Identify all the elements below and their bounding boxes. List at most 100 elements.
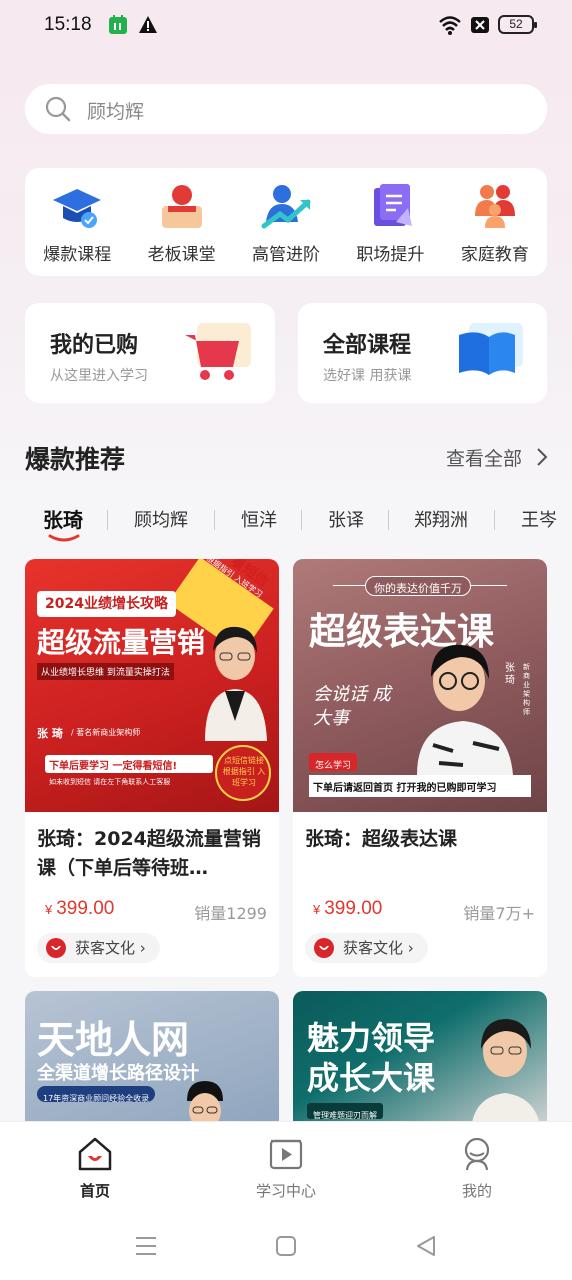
teacher-tabs: 张琦 顾均辉 恒洋 张译 郑翔洲 王岑 [0,500,572,542]
brand-tag[interactable]: 获客文化 › [37,933,160,963]
category-label: 家庭教育 [460,245,529,265]
course-card[interactable]: 魅力领导 成长大课 管理难题迎刃而解 [293,991,547,1131]
nav-home[interactable]: 首页 [0,1122,190,1218]
teacher-portrait [417,644,513,775]
category-family[interactable]: 家庭教育 [443,168,547,276]
course-sales: 销量7万+ [463,904,535,923]
menu-icon[interactable] [134,1235,158,1257]
my-purchased-title: 我的已购 [50,333,139,358]
home-icon [78,1137,112,1171]
cover-badge: 点短信链接 根据指引 入班学习 [222,756,266,787]
cover-tag: 2024业绩增长攻略 [45,596,168,612]
teacher-portrait [471,1019,541,1131]
nav-profile[interactable]: 我的 [382,1122,572,1218]
tab-divider [388,510,389,530]
profile-icon [464,1137,490,1171]
brand-logo-icon [46,938,66,958]
chevron-right-icon[interactable] [536,447,548,467]
cover-headline: 成长大课 [307,1059,436,1097]
cover-notice2: 如未收到短信 请在左下角联系人工客服 [49,778,171,786]
category-executive[interactable]: 高管进阶 [234,168,338,276]
tab-gujunhui[interactable]: 顾均辉 [134,506,188,532]
tab-wangcen[interactable]: 王岑 [521,506,557,532]
search-placeholder: 顾均辉 [87,101,145,123]
category-label: 老板课堂 [147,245,216,265]
search-bar[interactable]: 顾均辉 [25,84,547,134]
cover-tag: 17年资深商业顾问经验全收录 [43,1094,150,1103]
course-card[interactable]: 天地人网 全渠道增长路径设计 17年资深商业顾问经验全收录 [25,991,279,1131]
cover-author: 张 琦 [37,727,63,740]
cover-tag: 管理难题迎刃而解 [313,1111,377,1120]
all-courses-title: 全部课程 [323,333,412,358]
cover-author: 张琦 [505,663,515,686]
category-grid: 爆款课程 老板课堂 高管进阶 职场提升 家庭教育 [25,168,547,276]
course-price: ¥399.00 [313,898,383,919]
category-boss-class[interactable]: 老板课堂 [129,168,233,276]
course-sales: 销量1299 [194,904,267,923]
app-notification-icon [108,15,128,39]
status-bar: 15:18 52 [0,0,572,50]
back-icon[interactable] [414,1235,438,1257]
cover-button: 怎么学习 [315,761,352,771]
tab-divider [494,510,495,530]
tab-zhangqi[interactable]: 张琦 [43,504,83,533]
nav-label: 我的 [461,1182,492,1200]
teacher-portrait [205,626,267,741]
course-price: ¥399.00 [45,898,115,919]
boss-lecture-icon [161,185,202,228]
course-title: 张琦：2024超级流量营销课（下单后等待班… [37,828,261,879]
tab-divider [301,510,302,530]
tab-hengyang[interactable]: 恒洋 [241,506,277,532]
all-courses-subtitle: 选好课 用获课 [323,368,412,384]
cover-notice: 下单后请返回首页 打开我的已购即可学习 [313,783,497,794]
warning-icon [138,15,158,39]
nav-label: 学习中心 [255,1182,316,1200]
family-icon [474,185,515,228]
category-career[interactable]: 职场提升 [338,168,442,276]
cover-tag-box: 2024业绩增长攻略 [37,591,176,617]
tab-zhangyi[interactable]: 张译 [328,506,364,532]
wifi-icon [438,15,462,39]
brand-tag[interactable]: 获客文化 › [305,933,428,963]
cover-headline: 天地人网 [37,1018,190,1062]
system-navigation-bar [0,1217,572,1280]
cover-author-title: / 著名新商业架构师 [71,728,141,737]
all-courses-card[interactable]: 全部课程 选好课 用获课 [298,303,547,403]
category-label: 职场提升 [356,245,425,265]
tab-zhengxiangzhou[interactable]: 郑翔洲 [414,506,468,532]
play-video-icon [269,1139,303,1170]
executive-growth-icon [261,185,311,229]
cover-sub: 从业绩增长思维 到流量实操打法 [37,663,174,680]
nav-learning-center[interactable]: 学习中心 [191,1122,381,1218]
brand-logo-icon [314,938,334,958]
category-hot-courses[interactable]: 爆款课程 [25,168,129,276]
category-label: 高管进阶 [252,245,321,265]
career-book-icon [374,184,413,226]
cover-headline: 超级流量营销 [37,626,206,659]
nav-label: 首页 [79,1182,110,1200]
course-card[interactable]: 你的表达价值千万 超级表达课 会说话 成大事 张琦 新商业架构师 怎么学习 下单… [293,559,547,977]
status-time: 15:18 [44,14,92,35]
home-button-icon[interactable] [274,1235,298,1257]
shopping-cart-icon [185,323,251,380]
battery-indicator: 52 [498,15,537,34]
cover-tag: 你的表达价值千万 [374,582,462,595]
course-cover: 你的表达价值千万 超级表达课 会说话 成大事 张琦 新商业架构师 怎么学习 下单… [293,559,547,812]
graduation-cap-icon [53,189,102,228]
my-purchased-card[interactable]: 我的已购 从这里进入学习 [25,303,275,403]
see-all-link[interactable]: 查看全部 [446,444,522,471]
course-cover: 看短信 根据指引 入班学习 2024业绩增长攻略 超级流量营销 从业绩增长思维 … [25,559,279,812]
cover-notice: 下单后要学习 一定得看短信! [49,761,178,772]
tab-divider [107,510,108,530]
no-sim-icon [470,15,490,39]
my-purchased-subtitle: 从这里进入学习 [50,368,148,384]
active-tab-indicator [48,534,80,542]
course-card[interactable]: 看短信 根据指引 入班学习 2024业绩增长攻略 超级流量营销 从业绩增长思维 … [25,559,279,977]
open-book-icon [459,323,523,375]
bottom-navigation: 首页 学习中心 我的 [0,1121,572,1217]
tab-divider [214,510,215,530]
search-icon [45,96,71,122]
category-label: 爆款课程 [43,245,112,265]
cover-author-title: 新商业架构师 [523,663,530,716]
cover-script: 会说话 成大事 [313,684,391,729]
